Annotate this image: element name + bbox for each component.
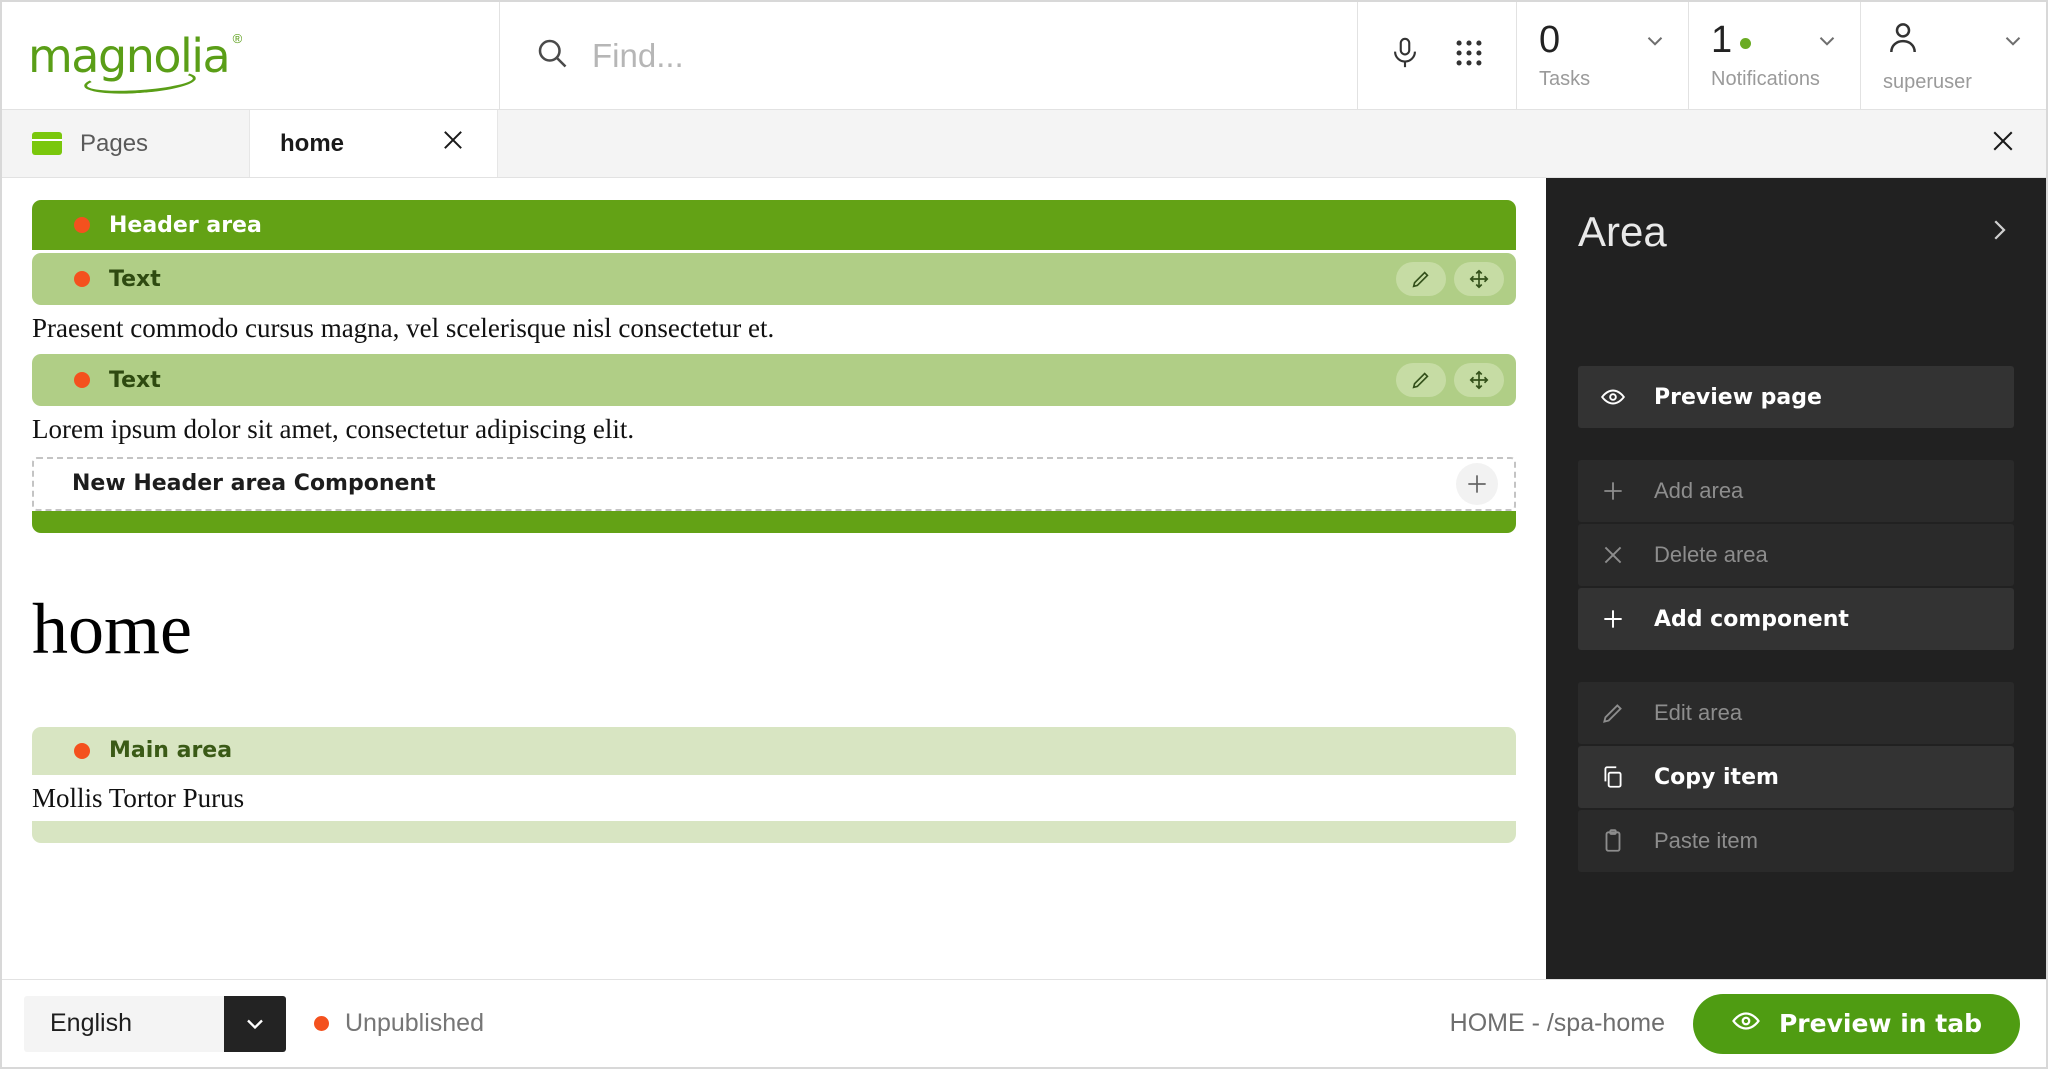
area-label: Header area [109,212,262,238]
panel-item-label: Add area [1654,478,1744,503]
component-content-text-2: Lorem ipsum dolor sit amet, consectetur … [32,414,635,445]
tasks-label: Tasks [1539,67,1591,90]
panel-item-label: Paste item [1654,828,1758,853]
notification-new-dot [1740,38,1752,49]
pages-icon [32,132,62,155]
tasks-widget[interactable]: 0 Tasks [1516,2,1688,109]
tab-bar-filler [498,110,2046,177]
eye-icon [1600,384,1626,410]
main-area-content: Mollis Tortor Purus [32,782,245,813]
top-bar: magnolia ® Find... 0 Tasks 1 Notificatio… [2,2,2046,110]
context-action-panel: Area Preview page Add area Delete area A… [1546,178,2046,979]
user-menu[interactable]: superuser [1860,2,2046,109]
panel-item-edit-area[interactable]: Edit area [1578,682,2014,744]
notifications-count: 1 [1711,18,1733,61]
new-component-label: New Header area Component [72,471,436,497]
panel-item-label: Copy item [1654,764,1779,790]
apps-grid-icon[interactable] [1452,36,1486,75]
component-actions [1396,363,1504,398]
status-dot [74,742,90,759]
notifications-widget[interactable]: 1 Notifications [1688,2,1860,109]
language-value: English [24,995,224,1052]
chevron-right-icon[interactable] [1984,215,2014,250]
pencil-icon[interactable] [1396,262,1446,296]
tab-home[interactable]: home [250,110,498,177]
search-icon [534,35,570,76]
page-title: home [32,588,192,669]
component-bar-text-2[interactable]: Text [32,354,1516,407]
chevron-down-icon[interactable] [1814,28,1840,59]
panel-item-add-area[interactable]: Add area [1578,460,2014,522]
registered-mark: ® [232,30,243,46]
panel-item-preview-page[interactable]: Preview page [1578,366,2014,428]
page-canvas: Header area Text Praesent commodo cursus… [2,178,1546,979]
area-label: Main area [109,738,233,764]
panel-header: Area [1578,208,2014,256]
page-path-label: HOME - /spa-home [1449,1009,1665,1037]
status-label: Unpublished [345,1009,484,1037]
close-icon [1600,542,1626,568]
area-bar-main-area[interactable]: Main area [32,726,1516,775]
tab-pages[interactable]: Pages [2,110,250,177]
plus-icon [1600,605,1626,633]
status-dot [74,372,90,389]
preview-in-tab-label: Preview in tab [1778,1009,1982,1038]
panel-item-label: Add component [1654,606,1849,632]
chevron-down-icon[interactable] [224,995,286,1052]
panel-item-label: Edit area [1654,700,1743,725]
eye-icon [1731,1006,1761,1042]
panel-item-paste-item[interactable]: Paste item [1578,810,2014,872]
component-label: Text [109,266,161,292]
plus-icon[interactable] [1456,462,1498,505]
pencil-icon [1600,700,1626,726]
close-icon[interactable] [439,126,467,161]
component-label: Text [109,367,161,393]
chevron-down-icon[interactable] [1642,28,1668,59]
component-bar-text-1[interactable]: Text [32,253,1516,305]
search-input[interactable]: Find... [592,37,684,75]
editor-body: Header area Text Praesent commodo cursus… [2,178,2046,979]
tab-bar: Pages home [2,110,2046,178]
panel-title: Area [1578,208,1667,255]
move-arrows-icon[interactable] [1454,262,1504,296]
panel-item-label: Preview page [1654,384,1822,410]
area-bar-header-area-footer [32,510,1516,533]
brand-logo[interactable]: magnolia ® [2,2,500,109]
close-all-icon[interactable] [1988,126,2018,161]
tasks-count: 0 [1539,18,1561,61]
magnolia-page-editor: magnolia ® Find... 0 Tasks 1 Notificatio… [0,0,2048,1069]
panel-group-item-actions: Edit area Copy item Paste item [1578,682,2014,874]
pencil-icon[interactable] [1396,363,1446,398]
component-content-text-1: Praesent commodo cursus magna, vel scele… [32,313,775,343]
clipboard-icon [1600,828,1626,854]
topbar-icon-group [1358,2,1516,109]
panel-group-area-actions: Add area Delete area Add component [1578,460,2014,652]
panel-group-preview: Preview page [1578,366,2014,430]
area-bar-header-area[interactable]: Header area [32,200,1516,250]
chevron-down-icon[interactable] [2000,28,2026,59]
plus-icon [1600,478,1626,504]
panel-item-add-component[interactable]: Add component [1578,588,2014,650]
status-dot [74,217,90,233]
tab-pages-label: Pages [80,129,149,157]
status-dot [74,271,90,287]
move-arrows-icon[interactable] [1454,363,1504,398]
notifications-label: Notifications [1711,67,1820,90]
panel-item-copy-item[interactable]: Copy item [1578,746,2014,808]
language-selector[interactable]: English [24,995,286,1052]
status-dot [314,1016,329,1031]
component-actions [1396,262,1504,296]
preview-in-tab-button[interactable]: Preview in tab [1692,993,2020,1054]
publication-status-badge: Unpublished [314,1009,484,1038]
copy-icon [1600,764,1626,790]
panel-item-label: Delete area [1654,542,1768,567]
tab-home-label: home [280,129,345,157]
search-bar[interactable]: Find... [500,2,1358,109]
user-name: superuser [1883,71,1972,93]
editor-footer: English Unpublished HOME - /spa-home Pre… [2,979,2046,1067]
panel-item-delete-area[interactable]: Delete area [1578,524,2014,586]
microphone-icon[interactable] [1388,36,1422,75]
area-bar-main-area-footer [32,821,1516,844]
new-component-placeholder[interactable]: New Header area Component [32,456,1516,511]
